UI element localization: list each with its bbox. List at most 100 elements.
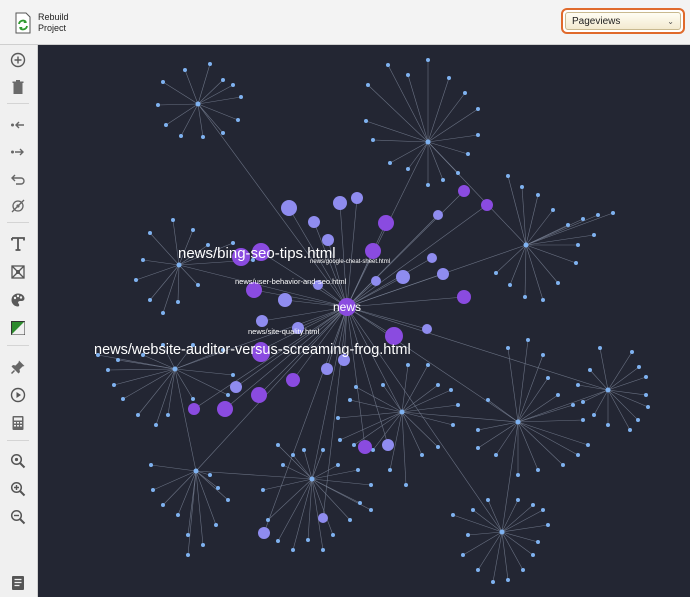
leaf-node[interactable] (541, 298, 545, 302)
leaf-node[interactable] (551, 208, 555, 212)
leaf-node[interactable] (196, 283, 200, 287)
leaf-node[interactable] (151, 488, 155, 492)
leaf-node[interactable] (523, 295, 527, 299)
leaf-node[interactable] (466, 533, 470, 537)
leaf-node[interactable] (306, 538, 310, 542)
leaf-node[interactable] (476, 133, 480, 137)
leaf-node[interactable] (471, 508, 475, 512)
leaf-node[interactable] (494, 453, 498, 457)
leaf-node[interactable] (556, 393, 560, 397)
calculator-button[interactable] (8, 413, 28, 433)
leaf-node[interactable] (566, 223, 570, 227)
leaf-node[interactable] (331, 533, 335, 537)
leaf-node[interactable] (406, 167, 410, 171)
leaf-node[interactable] (214, 523, 218, 527)
leaf-node[interactable] (531, 553, 535, 557)
leaf-node[interactable] (598, 346, 602, 350)
leaf-node[interactable] (576, 453, 580, 457)
expand-graph-button[interactable] (8, 262, 28, 282)
leaf-node[interactable] (336, 416, 340, 420)
leaf-node[interactable] (221, 78, 225, 82)
metric-select[interactable]: Pageviews ⌄ (561, 8, 685, 34)
page-node[interactable] (251, 387, 267, 403)
leaf-node[interactable] (161, 503, 165, 507)
leaf-node[interactable] (571, 403, 575, 407)
leaf-node[interactable] (231, 373, 235, 377)
leaf-node[interactable] (156, 103, 160, 107)
leaf-node[interactable] (149, 463, 153, 467)
page-node[interactable] (318, 513, 328, 523)
leaf-node[interactable] (541, 508, 545, 512)
leaf-node[interactable] (183, 68, 187, 72)
leaf-node[interactable] (161, 80, 165, 84)
cluster-hub-node[interactable] (309, 476, 315, 482)
page-node[interactable] (188, 403, 200, 415)
leaf-node[interactable] (420, 453, 424, 457)
page-node[interactable] (281, 200, 297, 216)
leaf-node[interactable] (369, 483, 373, 487)
leaf-node[interactable] (426, 363, 430, 367)
leaf-node[interactable] (179, 134, 183, 138)
leaf-node[interactable] (358, 501, 362, 505)
leaf-node[interactable] (451, 423, 455, 427)
play-button[interactable] (8, 385, 28, 405)
leaf-node[interactable] (536, 540, 540, 544)
leaf-node[interactable] (388, 161, 392, 165)
leaf-node[interactable] (516, 473, 520, 477)
page-node[interactable] (481, 199, 493, 211)
leaf-node[interactable] (239, 95, 243, 99)
leaf-node[interactable] (456, 403, 460, 407)
leaf-node[interactable] (644, 375, 648, 379)
text-button[interactable] (8, 234, 28, 254)
leaf-node[interactable] (491, 580, 495, 584)
zoom-fit-button[interactable] (8, 451, 28, 471)
zoom-out-button[interactable] (8, 507, 28, 527)
leaf-node[interactable] (476, 568, 480, 572)
page-node[interactable] (256, 315, 268, 327)
leaf-node[interactable] (141, 258, 145, 262)
leaf-node[interactable] (148, 298, 152, 302)
cluster-hub-node[interactable] (193, 468, 199, 474)
page-node[interactable] (365, 243, 381, 259)
leaf-node[interactable] (637, 365, 641, 369)
leaf-node[interactable] (456, 171, 460, 175)
leaf-node[interactable] (281, 463, 285, 467)
leaf-node[interactable] (476, 446, 480, 450)
leaf-node[interactable] (546, 523, 550, 527)
undo-button[interactable] (8, 169, 28, 189)
leaf-node[interactable] (536, 468, 540, 472)
leaf-node[interactable] (208, 62, 212, 66)
leaf-node[interactable] (463, 91, 467, 95)
page-node[interactable] (371, 276, 381, 286)
leaf-node[interactable] (426, 58, 430, 62)
leaf-node[interactable] (148, 231, 152, 235)
leaf-node[interactable] (404, 483, 408, 487)
leaf-node[interactable] (236, 118, 240, 122)
leaf-node[interactable] (441, 178, 445, 182)
leaf-node[interactable] (506, 346, 510, 350)
palette-button[interactable] (8, 290, 28, 310)
leaf-node[interactable] (574, 261, 578, 265)
leaf-node[interactable] (592, 413, 596, 417)
leaf-node[interactable] (426, 183, 430, 187)
leaf-node[interactable] (291, 453, 295, 457)
leaf-node[interactable] (201, 135, 205, 139)
leaf-node[interactable] (516, 498, 520, 502)
leaf-node[interactable] (592, 233, 596, 237)
leaf-node[interactable] (176, 300, 180, 304)
cluster-hub-node[interactable] (523, 242, 529, 248)
leaf-node[interactable] (186, 533, 190, 537)
leaf-node[interactable] (191, 397, 195, 401)
leaf-node[interactable] (521, 568, 525, 572)
leaf-node[interactable] (176, 513, 180, 517)
notes-button[interactable] (8, 573, 28, 593)
color-toggle-button[interactable] (8, 318, 28, 338)
leaf-node[interactable] (506, 578, 510, 582)
leaf-node[interactable] (191, 228, 195, 232)
leaf-node[interactable] (476, 428, 480, 432)
leaf-node[interactable] (348, 518, 352, 522)
leaf-node[interactable] (221, 131, 225, 135)
leaf-node[interactable] (291, 548, 295, 552)
leaf-node[interactable] (381, 383, 385, 387)
leaf-node[interactable] (451, 513, 455, 517)
